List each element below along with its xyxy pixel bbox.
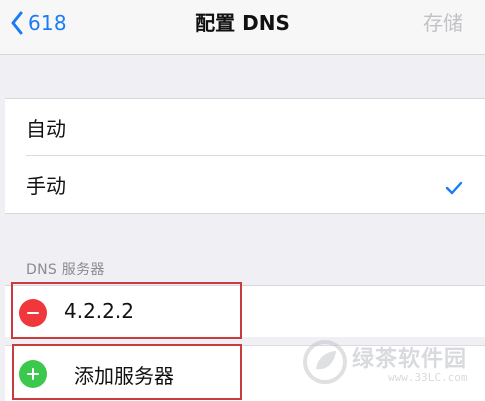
mode-option-label: 自动 [26, 117, 66, 141]
checkmark-icon [445, 176, 463, 200]
plus-circle-icon[interactable] [19, 360, 47, 388]
watermark: 绿茶软件园 www.33LC.com [302, 335, 477, 393]
dns-servers-section-header: DNS 服务器 [26, 262, 105, 278]
minus-circle-icon[interactable] [19, 299, 47, 327]
mode-option-automatic[interactable]: 自动 [5, 99, 485, 156]
add-server-label: 添加服务器 [74, 364, 174, 388]
tea-leaf-logo-icon [303, 340, 347, 384]
page-title: 配置 DNS [195, 11, 290, 35]
dns-server-row: 4.2.2.2 [5, 282, 485, 339]
navigation-bar: 618 配置 DNS 存储 [0, 0, 485, 55]
dns-mode-group: 自动 手动 [5, 98, 485, 214]
mode-option-label: 手动 [26, 174, 66, 198]
watermark-url: www.33LC.com [388, 371, 468, 384]
dns-server-address[interactable]: 4.2.2.2 [64, 299, 134, 323]
watermark-title: 绿茶软件园 [352, 347, 468, 372]
save-button[interactable]: 存储 [423, 8, 463, 38]
mode-option-manual[interactable]: 手动 [5, 156, 485, 213]
